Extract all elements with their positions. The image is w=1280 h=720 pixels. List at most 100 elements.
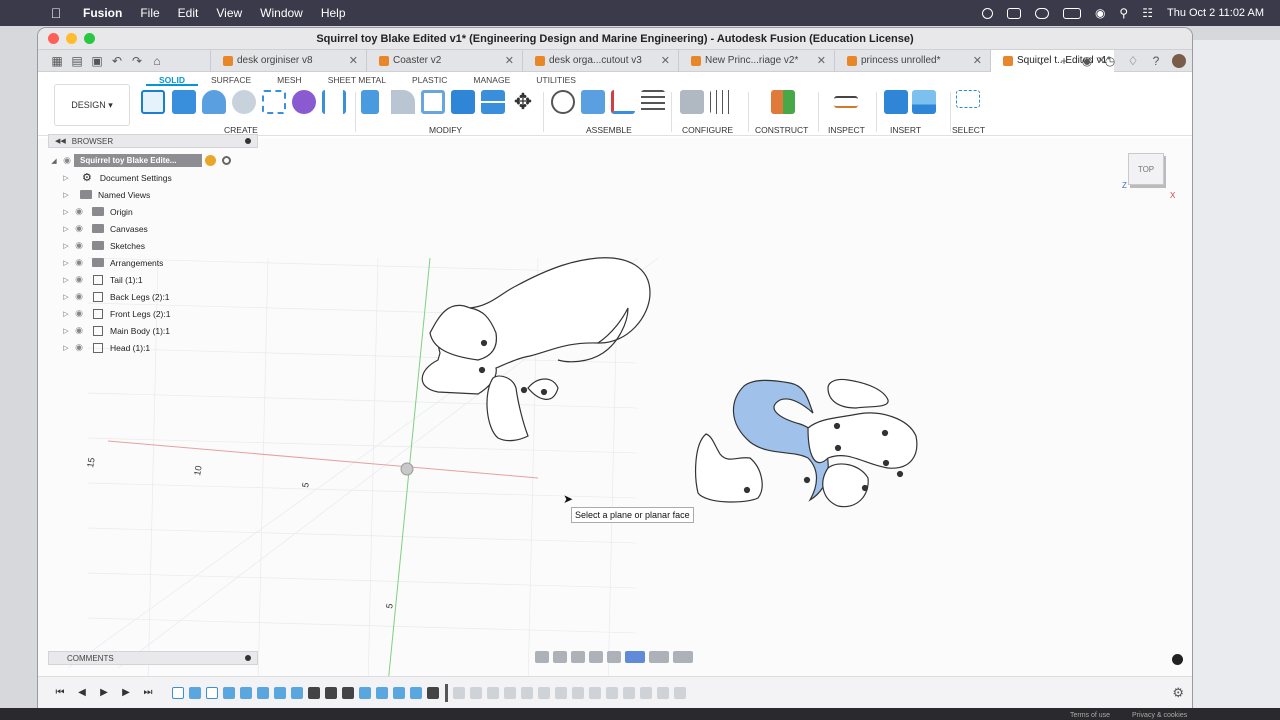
menu-edit[interactable]: Edit <box>169 6 208 20</box>
insert-derive-icon[interactable] <box>884 90 908 114</box>
timeline-feature[interactable] <box>172 686 184 699</box>
tab-sheet-metal[interactable]: SHEET METAL <box>315 72 399 86</box>
browser-header[interactable]: ◀◀ BROWSER <box>48 134 258 148</box>
collapse-icon[interactable]: ◀◀ <box>55 137 66 145</box>
eye-icon[interactable]: ◉ <box>72 257 86 268</box>
pattern-icon[interactable] <box>262 90 286 114</box>
branch-icon[interactable] <box>322 90 346 114</box>
tab-mesh[interactable]: MESH <box>264 72 315 86</box>
redo-icon[interactable]: ↷ <box>130 54 144 68</box>
new-tab-icon[interactable]: + <box>1057 54 1071 68</box>
modify-group-label[interactable]: MODIFY <box>429 125 462 135</box>
timeline-feature-suppressed[interactable] <box>606 686 618 699</box>
terms-link[interactable]: Terms of use <box>1070 712 1110 719</box>
look-at-icon[interactable] <box>553 651 567 663</box>
timeline-feature-suppressed[interactable] <box>555 686 567 699</box>
timeline-feature-suppressed[interactable] <box>572 686 584 699</box>
browser-item[interactable]: ▷ ◉ Back Legs (2):1 <box>48 288 258 305</box>
close-tab-icon[interactable]: ✕ <box>505 54 514 67</box>
go-to-end-icon[interactable]: ⏭ <box>140 687 156 699</box>
timeline-feature-suppressed[interactable] <box>453 686 465 699</box>
expand-arrow-icon[interactable]: ▷ <box>60 208 72 216</box>
browser-item[interactable]: ▷ Named Views <box>48 186 258 203</box>
status-icon[interactable] <box>1006 7 1021 19</box>
grid-settings-icon[interactable] <box>649 651 669 663</box>
close-tab-icon[interactable]: ✕ <box>817 54 826 67</box>
apple-icon[interactable]:  <box>38 5 74 21</box>
assemble-group-label[interactable]: ASSEMBLE <box>586 125 632 135</box>
expand-arrow-icon[interactable]: ▷ <box>60 344 72 352</box>
timeline-feature-suppressed[interactable] <box>521 686 533 699</box>
expand-arrow-icon[interactable]: ▷ <box>60 327 72 335</box>
press-pull-icon[interactable] <box>361 90 379 114</box>
chevron-down-icon[interactable]: ⌄ <box>1034 54 1048 68</box>
timeline-settings-icon[interactable]: ⚙ <box>1172 685 1184 701</box>
viewcube-face[interactable]: TOP <box>1128 153 1164 185</box>
search-icon[interactable]: ⚲ <box>1119 6 1128 20</box>
expand-arrow-icon[interactable]: ▷ <box>60 293 72 301</box>
timeline-feature-suppressed[interactable] <box>470 686 482 699</box>
timeline-feature[interactable] <box>189 686 201 699</box>
file-icon[interactable]: ▤ <box>70 54 84 68</box>
orbit-icon[interactable] <box>535 651 549 663</box>
close-tab-icon[interactable]: ✕ <box>661 54 670 67</box>
timeline-feature-suppressed[interactable] <box>589 686 601 699</box>
tab-desk-organiser-cutout[interactable]: desk orga...cutout v3 ✕ <box>522 49 678 72</box>
split-body-icon[interactable] <box>481 90 505 114</box>
privacy-link[interactable]: Privacy & cookies <box>1132 712 1187 719</box>
timeline-feature[interactable] <box>393 686 405 699</box>
tab-manage[interactable]: MANAGE <box>460 72 523 86</box>
go-to-start-icon[interactable]: ⏮ <box>52 687 68 699</box>
squirrel-parts[interactable] <box>695 378 918 508</box>
tab-princess-unrolled[interactable]: princess unrolled* ✕ <box>834 49 990 72</box>
timeline-feature-suppressed[interactable] <box>674 686 686 699</box>
create-sketch-icon[interactable] <box>141 90 165 114</box>
tab-new-princess-carriage[interactable]: New Princ...riage v2* ✕ <box>678 49 834 72</box>
eye-icon[interactable]: ◉ <box>60 155 74 166</box>
as-built-joint-icon[interactable] <box>611 90 635 114</box>
viewcube[interactable]: TOP Z X <box>1122 153 1175 200</box>
zoom-window-button[interactable] <box>84 33 95 44</box>
job-status-icon[interactable]: ◷ <box>1103 54 1117 68</box>
move-icon[interactable]: ✥ <box>511 90 535 114</box>
browser-root[interactable]: ◢ ◉ Squirrel toy Blake Edite... <box>48 152 258 169</box>
tab-plastic[interactable]: PLASTIC <box>399 72 460 86</box>
timeline-feature[interactable] <box>359 686 371 699</box>
home-icon[interactable]: ⌂ <box>150 54 164 68</box>
close-tab-icon[interactable]: ✕ <box>349 54 358 67</box>
workspace-switcher[interactable]: DESIGN ▾ <box>54 84 130 126</box>
expand-arrow-icon[interactable]: ▷ <box>60 276 72 284</box>
control-center-icon[interactable]: ☷ <box>1142 6 1153 20</box>
timeline-feature[interactable] <box>206 686 218 699</box>
extensions-icon[interactable]: ◉ <box>1080 54 1094 68</box>
datetime[interactable]: Thu Oct 2 11:02 AM <box>1167 7 1264 19</box>
close-tab-icon[interactable]: ✕ <box>973 54 982 67</box>
timeline-feature-suppressed[interactable] <box>640 686 652 699</box>
notifications-icon[interactable]: ♢ <box>1126 54 1140 68</box>
expand-arrow-icon[interactable]: ▷ <box>60 242 72 250</box>
menu-help[interactable]: Help <box>312 6 355 20</box>
wifi-icon[interactable]: ◉ <box>1095 6 1105 20</box>
select-icon[interactable] <box>956 90 980 108</box>
inspect-group-label[interactable]: INSPECT <box>828 125 865 135</box>
construct-group-label[interactable]: CONSTRUCT <box>755 125 808 135</box>
help-icon[interactable]: ? <box>1149 54 1163 68</box>
joint-icon[interactable] <box>551 90 575 114</box>
timeline-feature[interactable] <box>410 686 422 699</box>
pin-icon[interactable] <box>245 138 251 144</box>
browser-item[interactable]: ▷ ◉ Sketches <box>48 237 258 254</box>
hole-icon[interactable] <box>232 90 256 114</box>
browser-item[interactable]: ▷ ◉ Arrangements <box>48 254 258 271</box>
insert-group-label[interactable]: INSERT <box>890 125 921 135</box>
tab-coaster[interactable]: Coaster v2 ✕ <box>366 49 522 72</box>
timeline-feature-suppressed[interactable] <box>487 686 499 699</box>
eye-icon[interactable]: ◉ <box>72 308 86 319</box>
select-group-label[interactable]: SELECT <box>952 125 985 135</box>
tab-surface[interactable]: SURFACE <box>198 72 264 86</box>
cloud-icon[interactable] <box>1034 7 1049 19</box>
timeline-feature[interactable] <box>257 686 269 699</box>
configuration-table-icon[interactable] <box>710 90 734 114</box>
combine-icon[interactable] <box>451 90 475 114</box>
bill-of-materials-icon[interactable] <box>641 90 665 114</box>
browser-item[interactable]: ▷ ◉ Front Legs (2):1 <box>48 305 258 322</box>
